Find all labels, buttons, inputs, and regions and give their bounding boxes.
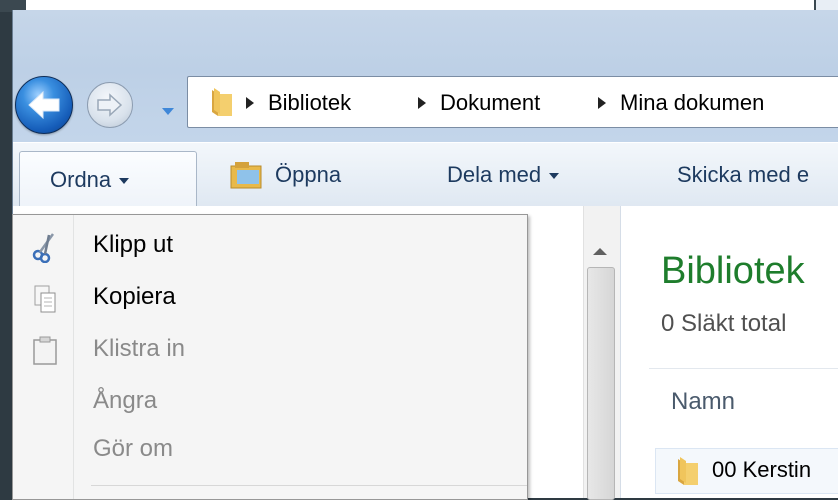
arrow-right-icon: [97, 93, 123, 117]
forward-button[interactable]: [87, 82, 133, 128]
menu-item-label: Klistra in: [93, 335, 186, 362]
background-window-content: [26, 0, 814, 10]
library-subtitle[interactable]: 0 Släkt total: [661, 310, 786, 338]
arrow-left-icon: [28, 90, 60, 120]
menu-item-undo[interactable]: Ångra: [13, 379, 527, 427]
scroll-up-arrow-icon[interactable]: [593, 248, 607, 255]
copy-icon: [34, 285, 56, 313]
send-button[interactable]: Skicka med e: [677, 143, 809, 207]
organize-menu: Klipp ut Kopiera Klistra in Ångra Gör om: [12, 214, 528, 500]
organize-button[interactable]: Ordna: [19, 151, 197, 210]
menu-item-label: Ångra: [93, 387, 158, 414]
menu-item-cut[interactable]: Klipp ut: [13, 223, 527, 271]
open-label: Öppna: [275, 162, 342, 187]
caret-down-icon: [119, 178, 130, 185]
list-item[interactable]: 00 Kerstin: [655, 448, 838, 494]
breadcrumb-separator[interactable]: [598, 97, 606, 109]
share-label: Dela med: [447, 162, 542, 187]
breadcrumb-separator[interactable]: [418, 97, 426, 109]
open-folder-icon: [230, 162, 262, 189]
caret-down-icon: [549, 173, 560, 180]
menu-item-paste[interactable]: Klistra in: [13, 327, 527, 375]
share-button[interactable]: Dela med: [447, 143, 560, 207]
menu-item-label: Gör om: [93, 435, 174, 462]
organize-label: Ordna: [50, 167, 112, 192]
scrollbar-thumb[interactable]: [587, 267, 615, 500]
pane-divider[interactable]: [620, 206, 621, 498]
menu-separator: [91, 485, 527, 486]
paste-icon: [33, 336, 57, 365]
list-item-name: 00 Kerstin: [712, 457, 812, 482]
menu-item-label: Klipp ut: [93, 231, 174, 258]
breadcrumb-bibliotek[interactable]: Bibliotek: [268, 90, 351, 116]
menu-item-redo[interactable]: Gör om: [13, 427, 527, 475]
open-button[interactable]: Öppna: [229, 143, 341, 207]
back-button[interactable]: [15, 76, 73, 134]
header-divider: [649, 368, 838, 369]
column-header-name[interactable]: Namn: [671, 388, 735, 416]
folder-icon: [212, 88, 232, 116]
breadcrumb-mina-dokument[interactable]: Mina dokumen: [620, 90, 764, 116]
menu-item-copy[interactable]: Kopiera: [13, 275, 527, 323]
library-title: Bibliotek: [661, 250, 805, 292]
chevron-down-icon: [162, 108, 174, 115]
address-bar[interactable]: Bibliotek Dokument Mina dokumen: [187, 76, 838, 128]
scissors-icon: [32, 233, 55, 263]
send-label: Skicka med e: [677, 162, 810, 187]
recent-pages-button[interactable]: [161, 102, 175, 121]
menu-item-label: Kopiera: [93, 283, 176, 310]
folder-icon: [678, 457, 698, 485]
breadcrumb-separator[interactable]: [246, 97, 254, 109]
breadcrumb-dokument[interactable]: Dokument: [440, 90, 540, 116]
command-bar: Ordna Öppna Dela med Skicka med e: [13, 142, 838, 210]
